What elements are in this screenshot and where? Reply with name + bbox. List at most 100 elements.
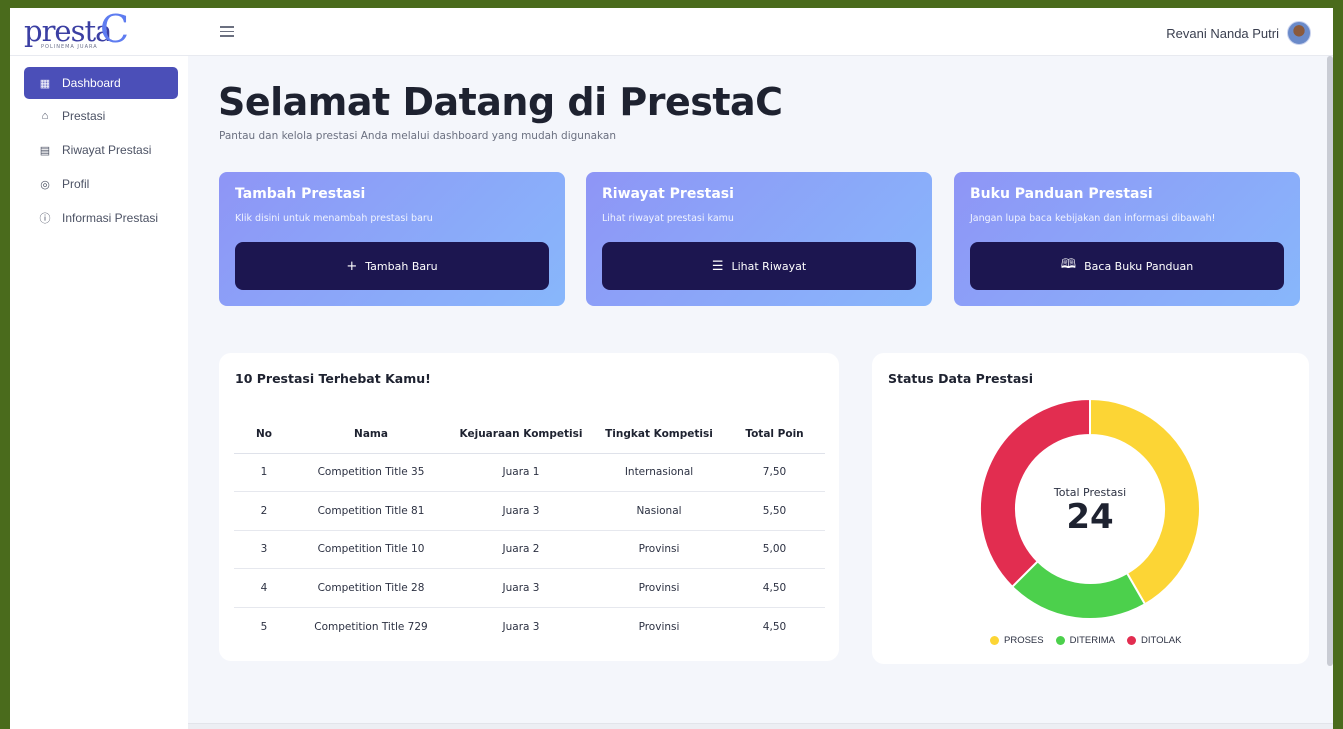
- table-row: 3 Competition Title 10 Juara 2 Provinsi 5,00: [234, 530, 825, 569]
- table-cell: Competition Title 35: [294, 453, 448, 492]
- table-cell: Competition Title 28: [294, 568, 448, 608]
- scrollbar[interactable]: [1327, 56, 1333, 666]
- card-title: Buku Panduan Prestasi: [970, 186, 1153, 202]
- table-cell: 5: [260, 620, 268, 633]
- table-cell: 4,50: [762, 620, 787, 633]
- brand-tagline: POLINEMA JUARA: [41, 44, 98, 50]
- table-cell: 5,00: [724, 530, 825, 569]
- sidebar-item-label: Riwayat Prestasi: [62, 143, 152, 157]
- sidebar: ▦ Dashboard ⌂ Prestasi ▤ Riwayat Prestas…: [10, 56, 188, 729]
- page-subtitle: Pantau dan kelola prestasi Anda melalui …: [219, 130, 617, 142]
- top-bar: presta C POLINEMA JUARA Revani Nanda Put…: [10, 8, 1333, 56]
- menu-toggle-icon[interactable]: [220, 26, 234, 38]
- card-title: Riwayat Prestasi: [602, 186, 734, 202]
- table-cell: Juara 3: [448, 491, 594, 531]
- table-cell: 4: [234, 568, 294, 608]
- table-row: 1 Competition Title 35 Juara 1 Internasiona…: [234, 453, 825, 492]
- card-desc: Lihat riwayat prestasi kamu: [602, 213, 734, 224]
- card-buku-panduan: Buku Panduan Prestasi Jangan lupa baca k…: [954, 172, 1300, 306]
- baca-buku-panduan-button[interactable]: 🕮 Baca Buku Panduan: [970, 242, 1284, 290]
- main-content: Selamat Datang di PrestaC Pantau dan kel…: [188, 56, 1333, 729]
- legend-item[interactable]: DITOLAK: [1127, 635, 1181, 646]
- column-header: Total Poin: [724, 415, 825, 454]
- sidebar-item-label: Dashboard: [62, 76, 121, 90]
- donut-center: Total Prestasi 24: [970, 389, 1210, 629]
- book-icon: 🕮: [1060, 257, 1077, 272]
- legend-swatch: [1127, 636, 1136, 645]
- legend-item[interactable]: PROSES: [990, 635, 1044, 646]
- table-cell: Provinsi: [594, 568, 724, 608]
- legend-swatch: [990, 636, 999, 645]
- table-cell: 1: [234, 453, 294, 492]
- card-riwayat-prestasi: Riwayat Prestasi Lihat riwayat prestasi …: [586, 172, 932, 306]
- sidebar-item-label: Prestasi: [62, 109, 106, 123]
- table-cell: Provinsi: [638, 620, 680, 633]
- table-row: 2 Competition Title 81 Juara 3 Nasional 5,50: [234, 491, 825, 531]
- table-cell: 2: [234, 491, 294, 531]
- table-row: 5 Competition Title 729 Juara 3 Provinsi 4,5…: [234, 607, 825, 646]
- sidebar-item-prestasi[interactable]: ⌂ Prestasi: [24, 100, 178, 132]
- tambah-baru-button[interactable]: + Tambah Baru: [235, 242, 549, 290]
- table-cell: Competition Title 729: [314, 620, 428, 633]
- sidebar-item-riwayat[interactable]: ▤ Riwayat Prestasi: [24, 134, 178, 166]
- lihat-riwayat-button[interactable]: ☰ Lihat Riwayat: [602, 242, 916, 290]
- table-cell: Juara 3: [448, 568, 594, 608]
- table-cell: Nasional: [594, 491, 724, 531]
- table-cell: 5,50: [724, 491, 825, 531]
- sidebar-item-dashboard[interactable]: ▦ Dashboard: [24, 67, 178, 99]
- table-cell: 4,50: [724, 568, 825, 608]
- sidebar-item-label: Profil: [62, 177, 90, 191]
- graduation-cap-icon: ⌂: [41, 110, 49, 122]
- legend-label: DITERIMA: [1069, 635, 1115, 646]
- legend-item[interactable]: DITERIMA: [1055, 635, 1115, 646]
- chart-legend: PROSES DITERIMA DITOLAK: [990, 635, 1181, 646]
- table-cell: Internasional: [594, 453, 724, 492]
- brand-letter: C: [100, 8, 130, 51]
- sidebar-item-label: Informasi Prestasi: [62, 211, 159, 225]
- history-icon: ▤: [39, 144, 51, 157]
- info-icon: ⓘ: [39, 213, 51, 225]
- button-label: Baca Buku Panduan: [1084, 259, 1194, 273]
- donut-center-value: 24: [1066, 497, 1114, 537]
- sidebar-item-profil[interactable]: ◎ Profil: [24, 168, 178, 200]
- brand-name: presta: [24, 14, 112, 48]
- button-label: Lihat Riwayat: [731, 259, 807, 273]
- card-desc: Klik disini untuk menambah prestasi baru: [235, 213, 433, 224]
- table-cell: Juara 1: [448, 453, 594, 492]
- brand-logo[interactable]: presta C POLINEMA JUARA: [24, 10, 134, 50]
- table-cell: Provinsi: [594, 530, 724, 569]
- column-header: No: [234, 415, 294, 454]
- legend-label: DITOLAK: [1141, 635, 1182, 646]
- card-tambah-prestasi: Tambah Prestasi Klik disini untuk menamb…: [219, 172, 565, 306]
- legend-swatch: [1055, 636, 1065, 645]
- table-cell: 7,50: [724, 453, 825, 492]
- prestasi-table: No Nama Kejuaraan Kompetisi Tingkat Komp…: [234, 415, 825, 646]
- column-header: Tingkat Kompetisi: [594, 415, 724, 454]
- user-menu[interactable]: Revani Nanda Putri: [1166, 20, 1311, 46]
- table-cell: Competition Title 10: [294, 530, 448, 569]
- page-title: Selamat Datang di PrestaC: [218, 80, 783, 124]
- list-icon: ☰: [711, 258, 724, 274]
- column-header: Kejuaraan Kompetisi: [448, 415, 594, 454]
- card-title: Tambah Prestasi: [235, 186, 366, 202]
- status-chart-panel: Status Data Prestasi Total Prestasi 24 P…: [872, 353, 1309, 664]
- table-cell: Juara 2: [448, 530, 594, 569]
- legend-label: PROSES: [1004, 635, 1044, 646]
- sidebar-item-informasi[interactable]: ⓘ Informasi Prestasi: [24, 202, 178, 234]
- card-desc: Jangan lupa baca kebijakan dan informasi…: [970, 213, 1216, 224]
- table-cell: Competition Title 81: [294, 491, 448, 531]
- app-frame: presta C POLINEMA JUARA Revani Nanda Put…: [10, 8, 1333, 729]
- chart-title: Status Data Prestasi: [888, 371, 1034, 386]
- avatar[interactable]: [1287, 21, 1311, 45]
- table-cell: Juara 3: [502, 620, 540, 633]
- grid-icon: ▦: [39, 77, 51, 90]
- footer-bar: [188, 723, 1333, 729]
- column-header: Nama: [294, 415, 448, 454]
- plus-icon: +: [346, 258, 358, 274]
- table-cell: 3: [234, 530, 294, 569]
- user-name: Revani Nanda Putri: [1166, 25, 1279, 41]
- button-label: Tambah Baru: [365, 259, 438, 273]
- donut-chart: Total Prestasi 24: [970, 389, 1210, 629]
- user-circle-icon: ◎: [40, 178, 50, 191]
- panel-title: 10 Prestasi Terhebat Kamu!: [235, 371, 431, 386]
